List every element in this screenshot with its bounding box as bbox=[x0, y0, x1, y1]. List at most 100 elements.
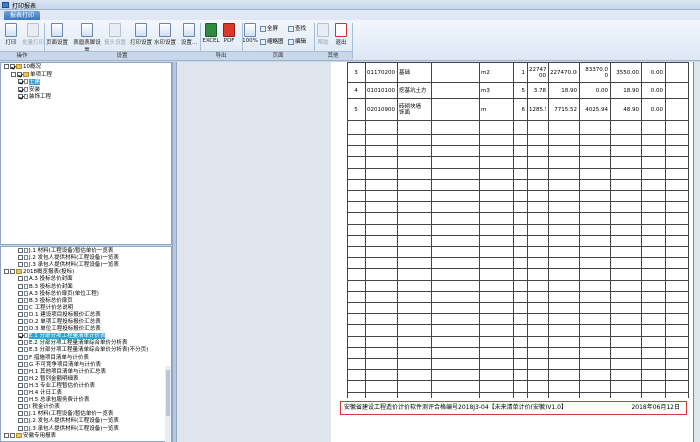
tree-item[interactable]: 装饰工程 bbox=[18, 94, 51, 101]
print-settings-button[interactable]: 打印设置 bbox=[130, 22, 152, 50]
page-setup-button[interactable]: 页面设置 bbox=[46, 22, 68, 50]
tree-item[interactable]: H.1 其他项目清单与计价汇总表 bbox=[18, 368, 106, 376]
tree-item[interactable]: J.3 承包人提供材料(工程设备)一览表 bbox=[18, 425, 119, 433]
tree-checkbox[interactable] bbox=[18, 86, 23, 92]
tree-checkbox[interactable] bbox=[18, 248, 23, 253]
tree-checkbox[interactable] bbox=[18, 304, 23, 310]
edit-button[interactable]: 编辑 bbox=[288, 38, 306, 46]
table-cell-price: 1285.92 bbox=[529, 106, 546, 113]
tree-item[interactable]: F 措施项目清单与计价表 bbox=[18, 354, 89, 362]
tree-checkbox[interactable] bbox=[18, 397, 23, 403]
tree-checkbox[interactable] bbox=[18, 404, 23, 410]
zoom-button[interactable]: 100% bbox=[242, 22, 258, 50]
report-header-button[interactable]: 报头设置 bbox=[104, 22, 126, 50]
tree-item[interactable]: J.2 发包人提供材料(工程设备)一览表 bbox=[18, 418, 119, 425]
tree-item[interactable]: 安装 bbox=[18, 86, 40, 94]
tree-item[interactable]: E.3 分部分项工程量清单综合单价分析表(不分页) bbox=[18, 347, 148, 354]
printer-button[interactable]: 打印 bbox=[2, 22, 20, 50]
tree-checkbox[interactable] bbox=[10, 432, 15, 438]
table-cell-c3: 0.00 bbox=[650, 106, 663, 113]
button-label: 报头设置 bbox=[104, 40, 127, 46]
tree-checkbox[interactable] bbox=[18, 382, 23, 388]
tree-item-label: J.3 承包人提供材料(工程设备)一览表 bbox=[29, 425, 119, 432]
tree-checkbox[interactable] bbox=[10, 64, 15, 69]
table-cell-no: 3 bbox=[354, 69, 358, 76]
tree-checkbox[interactable] bbox=[10, 269, 15, 275]
tree-checkbox[interactable] bbox=[18, 390, 23, 395]
thumbnail-button[interactable]: 缩略图 bbox=[260, 38, 284, 46]
grid-line bbox=[347, 392, 688, 393]
title-bar: 打印报表 bbox=[0, 0, 700, 10]
tree-item[interactable]: 土建 bbox=[18, 79, 41, 86]
tree-item[interactable]: A.3 投标总价扉页(单位工程) bbox=[18, 290, 99, 298]
document-icon bbox=[24, 411, 28, 417]
tree-item[interactable]: C 工程计价总说明 bbox=[18, 304, 73, 312]
batch-print-button[interactable]: 批量打印 bbox=[22, 22, 44, 50]
tree-item-label: I 税金计价表 bbox=[29, 404, 60, 411]
tree-item[interactable]: H.4 计日工表 bbox=[18, 390, 62, 397]
tree-checkbox[interactable] bbox=[18, 375, 23, 381]
scrollbar-thumb[interactable] bbox=[166, 370, 170, 416]
tree-checkbox[interactable] bbox=[18, 297, 23, 303]
find-button[interactable]: 查找 bbox=[288, 25, 306, 33]
tree-checkbox[interactable] bbox=[18, 319, 23, 324]
tree-item-label: J.1 材料(工程设备)暂估单价一览表 bbox=[29, 411, 114, 418]
grid-line bbox=[347, 268, 688, 269]
expand-toggle-icon[interactable] bbox=[4, 432, 9, 438]
table-cell-total: 227470.00 bbox=[550, 69, 577, 76]
tree-checkbox[interactable] bbox=[18, 311, 23, 317]
tree-checkbox[interactable] bbox=[18, 425, 23, 431]
tree-checkbox[interactable] bbox=[17, 71, 22, 77]
table-cell-c2: 48.90 bbox=[623, 106, 639, 113]
settings-button[interactable]: 设置... bbox=[178, 22, 200, 50]
help-button[interactable]: 帮助 bbox=[316, 22, 330, 50]
tree-checkbox[interactable] bbox=[18, 283, 23, 289]
tree-item[interactable]: 10概况 bbox=[4, 64, 41, 71]
table-cell-total: 7715.52 bbox=[554, 106, 577, 113]
tree-checkbox[interactable] bbox=[18, 79, 23, 84]
tree-checkbox[interactable] bbox=[18, 255, 23, 261]
excel-button[interactable]: EXCEL bbox=[202, 22, 220, 50]
fullscreen-icon bbox=[260, 25, 266, 32]
tree-item[interactable]: 单项工程 bbox=[11, 71, 52, 79]
tree-item[interactable]: H.3 专业工程暂估价计价表 bbox=[18, 382, 95, 390]
tree-item[interactable]: J.1 材料(工程设备)暂估单价一览表 bbox=[18, 248, 113, 255]
pdf-button[interactable]: PDF bbox=[221, 22, 237, 50]
tree-checkbox[interactable] bbox=[18, 347, 23, 353]
tree-checkbox[interactable] bbox=[18, 326, 23, 332]
tree-item[interactable]: D.2 单项工程投标报价汇总表 bbox=[18, 319, 101, 326]
fullscreen-button[interactable]: 全屏 bbox=[260, 25, 278, 33]
menu-tab-report-print[interactable]: 报表打印 bbox=[4, 11, 40, 20]
tree-checkbox[interactable] bbox=[18, 354, 23, 360]
tree-checkbox[interactable] bbox=[18, 411, 23, 417]
tree-item[interactable]: H.2 暂列金额明细表 bbox=[18, 375, 79, 383]
tree-item[interactable]: A.3 投标总价封面 bbox=[18, 276, 73, 283]
tree-checkbox[interactable] bbox=[18, 361, 23, 367]
table-cell-code: 010101004001 bbox=[367, 87, 395, 94]
thumbnail-icon bbox=[260, 38, 266, 45]
tree-checkbox[interactable] bbox=[18, 262, 23, 268]
tree-checkbox[interactable] bbox=[18, 276, 23, 282]
exit-button[interactable]: 退出 bbox=[333, 22, 349, 50]
watermark-button[interactable]: 水印设置 bbox=[154, 22, 176, 50]
tree-checkbox[interactable] bbox=[18, 94, 23, 99]
document-icon bbox=[24, 397, 28, 403]
tree-checkbox[interactable] bbox=[18, 290, 23, 296]
expand-toggle-icon[interactable] bbox=[4, 269, 9, 275]
expand-toggle-icon[interactable] bbox=[4, 64, 9, 69]
tree-checkbox[interactable] bbox=[18, 368, 23, 374]
header-footer-button[interactable]: 表眉表脚设置 bbox=[72, 22, 102, 54]
grid-line bbox=[347, 62, 688, 63]
tree-item[interactable]: G 不可竞争项目清单与计价表 bbox=[18, 361, 101, 369]
tree-item[interactable]: 安徽专用报表 bbox=[4, 432, 56, 440]
tree-item[interactable]: D.1 建设项目投标报价汇总表 bbox=[18, 311, 101, 319]
tree-checkbox[interactable] bbox=[18, 340, 23, 346]
tree-checkbox[interactable] bbox=[18, 418, 23, 424]
tree-item-label: D.1 建设项目投标报价汇总表 bbox=[29, 311, 101, 318]
tree-checkbox[interactable] bbox=[18, 333, 23, 339]
expand-toggle-icon[interactable] bbox=[11, 71, 16, 77]
report-tree-scrollbar[interactable] bbox=[165, 366, 171, 442]
folder-icon bbox=[16, 432, 22, 438]
tree-item[interactable]: B.3 投标总价封面 bbox=[18, 283, 73, 291]
tree-item[interactable]: B.3 投标总价扉页 bbox=[18, 297, 73, 305]
